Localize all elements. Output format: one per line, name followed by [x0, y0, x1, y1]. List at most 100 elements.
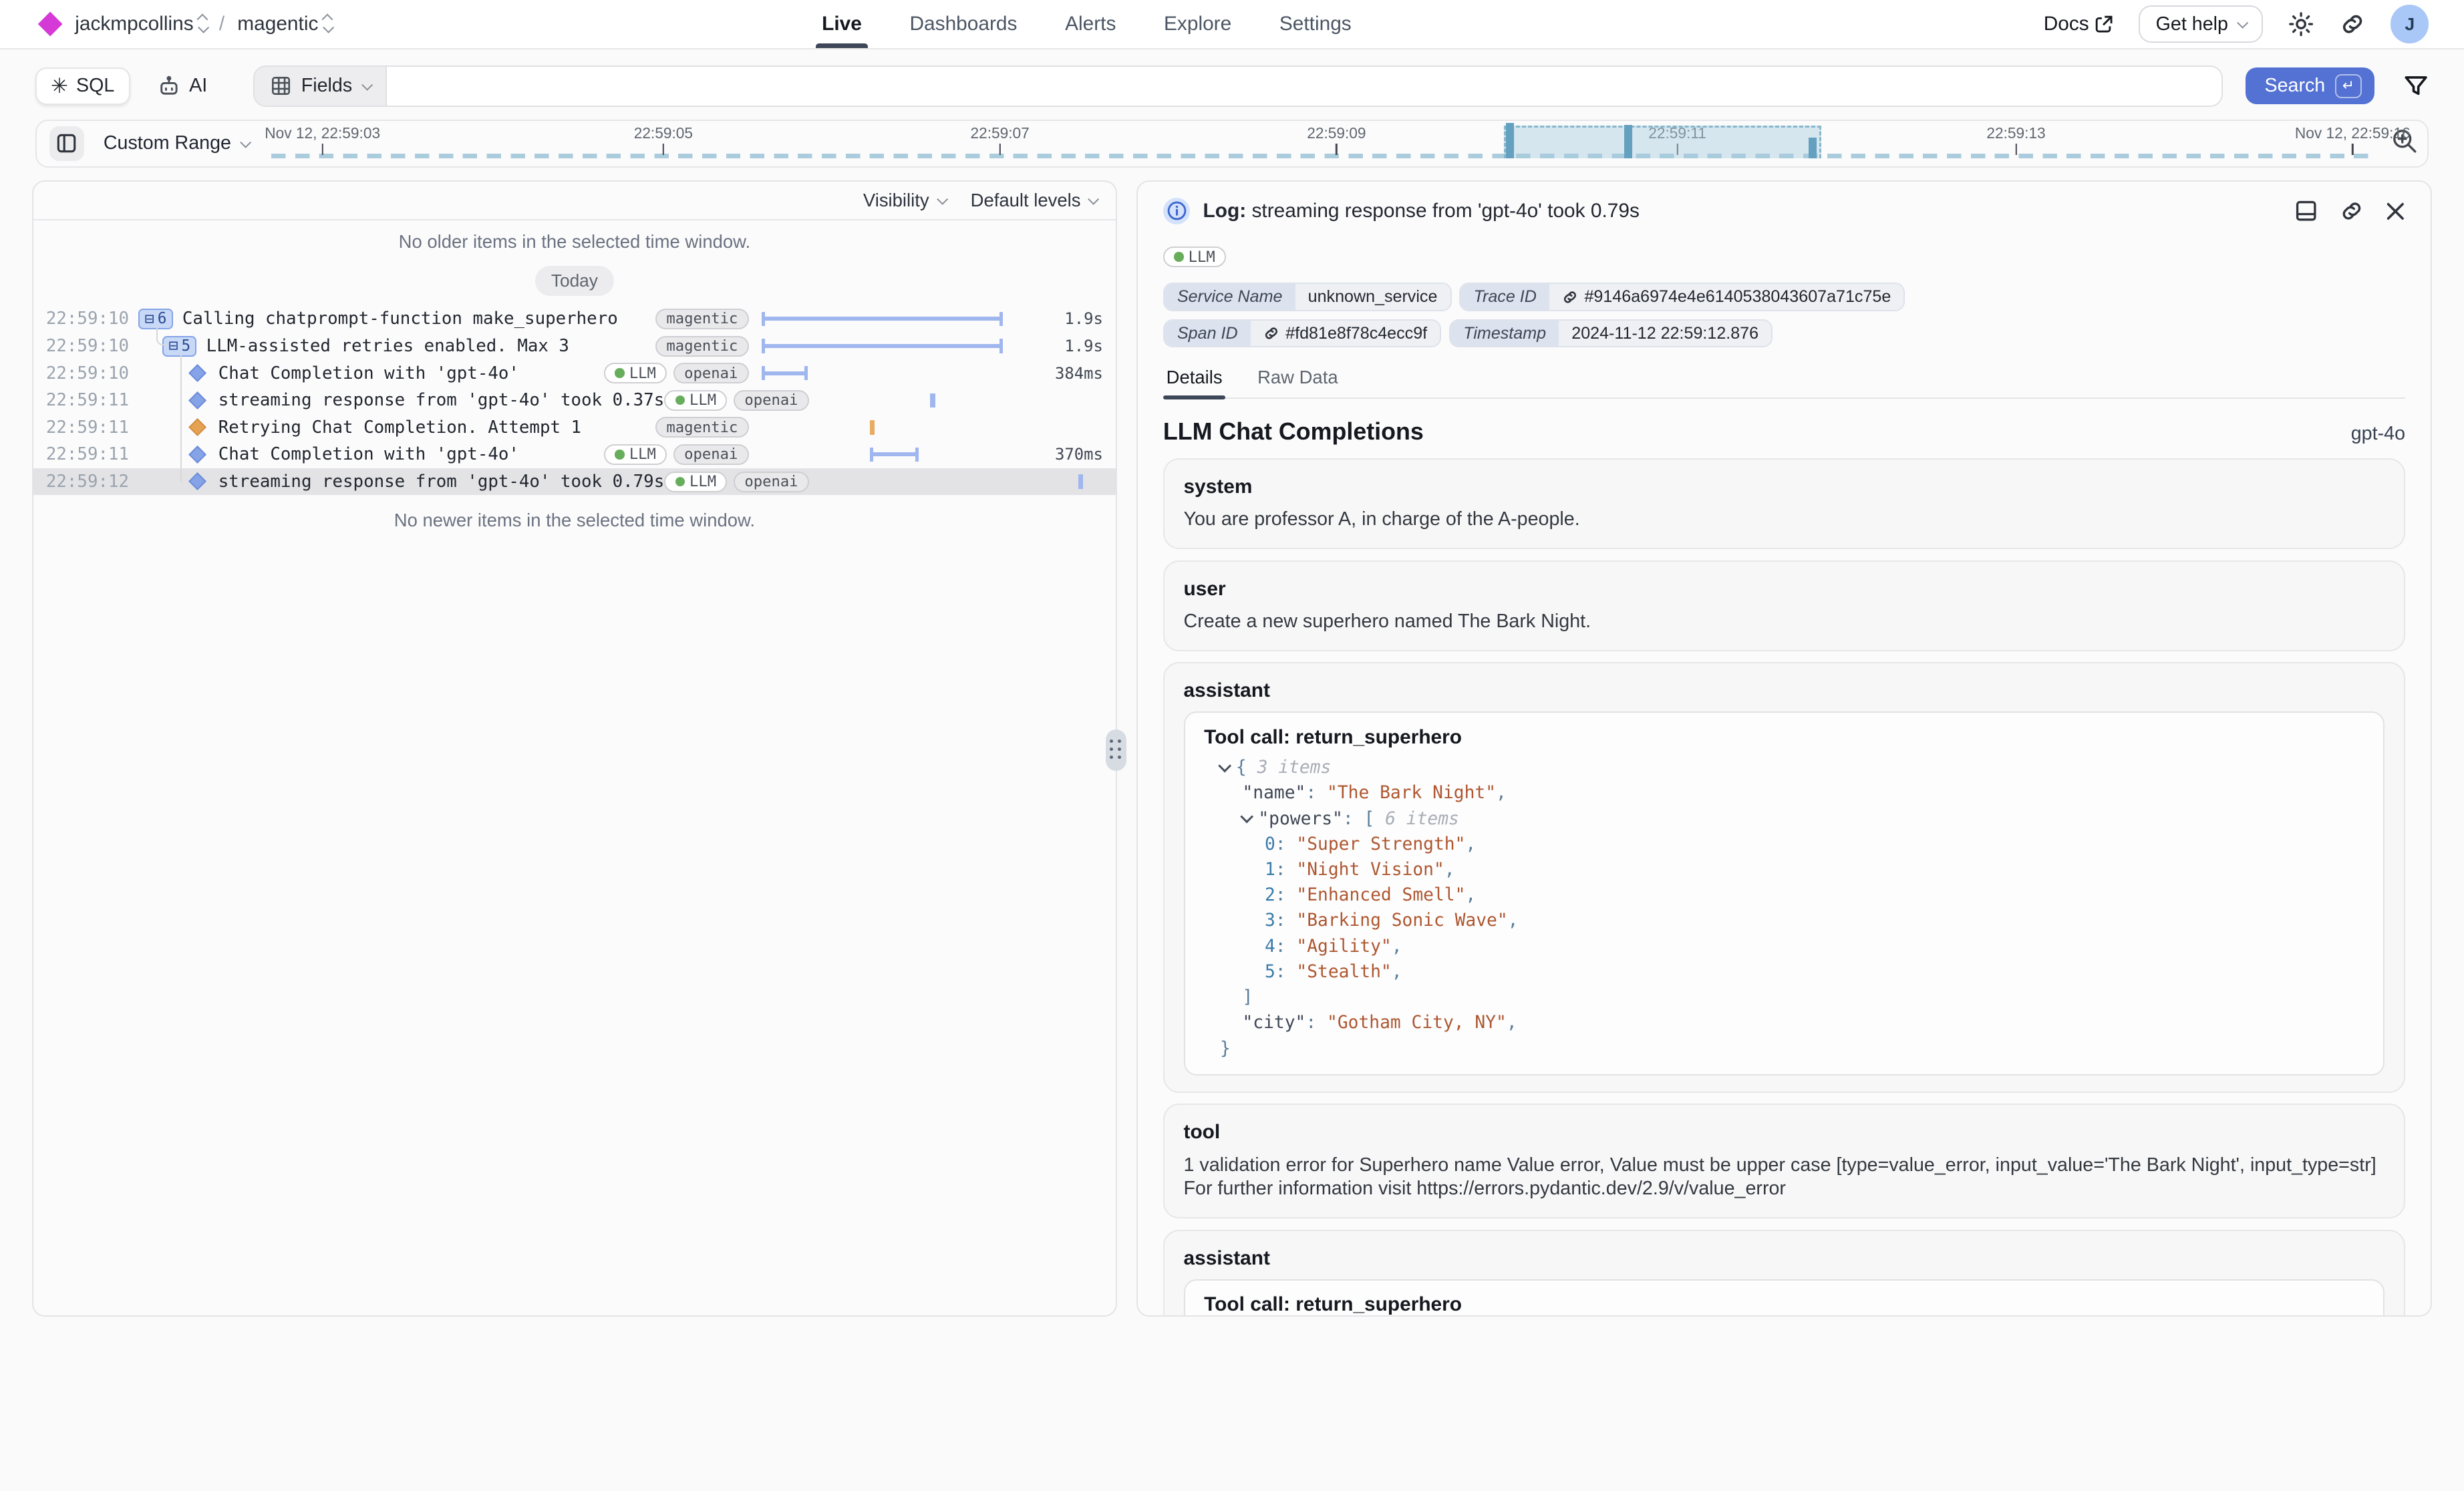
log-tags: magentic: [655, 309, 749, 329]
timeline-tick-mark: [1336, 144, 1337, 155]
nav-tab-alerts[interactable]: Alerts: [1065, 0, 1116, 48]
copy-link-button[interactable]: [2340, 199, 2364, 223]
sql-label: SQL: [76, 75, 114, 97]
nav-tab-explore[interactable]: Explore: [1164, 0, 1231, 48]
enter-key-icon: ↵: [2335, 74, 2362, 98]
chevron-down-icon: [361, 79, 373, 91]
message-card-assistant: assistantTool call: return_superhero{ 3 …: [1163, 662, 2405, 1092]
duration-label: 384ms: [1033, 364, 1103, 383]
dock-panel-button[interactable]: [2295, 200, 2317, 222]
log-message: Chat Completion with 'gpt-4o': [218, 444, 519, 464]
filter-button[interactable]: [2403, 73, 2429, 99]
log-row[interactable]: 22:59:11Retrying Chat Completion. Attemp…: [33, 414, 1116, 442]
get-help-button[interactable]: Get help: [2139, 5, 2263, 43]
log-timestamp: 22:59:10: [46, 363, 139, 383]
attribute-label: Service Name: [1165, 284, 1295, 310]
tool-call-card: Tool call: return_superhero{ 3 items"nam…: [1184, 1279, 2385, 1315]
nav-tab-dashboards[interactable]: Dashboards: [910, 0, 1018, 48]
timeline-tick-label: 22:59:13: [1986, 124, 2045, 142]
collapse-badge[interactable]: ⊟6: [138, 309, 172, 329]
sql-mode-button[interactable]: ✳ SQL: [35, 67, 130, 105]
collapse-panel-button[interactable]: [49, 126, 85, 162]
log-message: LLM-assisted retries enabled. Max 3: [206, 336, 569, 356]
table-grid-icon: [271, 75, 291, 96]
theme-toggle-button[interactable]: [2288, 11, 2314, 37]
duration-bar: [762, 366, 808, 380]
search-button[interactable]: Search ↵: [2246, 67, 2374, 104]
dock-bottom-icon: [2295, 200, 2317, 222]
org-selector-icon: [198, 15, 206, 33]
tab-raw-data[interactable]: Raw Data: [1254, 367, 1341, 397]
log-row[interactable]: 22:59:11streaming response from 'gpt-4o'…: [33, 387, 1116, 414]
panel-resize-handle[interactable]: [1106, 729, 1126, 771]
detail-header: Log: streaming response from 'gpt-4o' to…: [1163, 198, 2405, 225]
attribute-value: 2024-11-12 22:59:12.876: [1559, 321, 1771, 347]
default-levels-dropdown[interactable]: Default levels: [971, 190, 1097, 211]
duration-tick: [1078, 474, 1083, 488]
query-input[interactable]: [387, 67, 2221, 106]
timeline-tick-label: 22:59:05: [634, 124, 693, 142]
app-header: jackmpcollins / magentic LiveDashboardsA…: [0, 0, 2464, 49]
detail-tabs: Details Raw Data: [1163, 367, 2405, 399]
visibility-dropdown[interactable]: Visibility: [863, 190, 945, 211]
docs-link[interactable]: Docs: [2044, 13, 2113, 35]
log-row[interactable]: 22:59:10Chat Completion with 'gpt-4o'LLM…: [33, 359, 1116, 387]
avatar[interactable]: J: [2391, 5, 2429, 43]
timeline-tick-mark: [2015, 144, 2016, 155]
chat-messages: systemYou are professor A, in charge of …: [1163, 458, 2405, 1315]
json-line: 5: "Stealth",: [1204, 959, 2364, 985]
timeline-selection[interactable]: [1504, 126, 1821, 158]
timeline-baseline: [271, 154, 2374, 158]
nav-tab-settings[interactable]: Settings: [1279, 0, 1352, 48]
custom-range-button[interactable]: Custom Range: [104, 132, 249, 154]
close-panel-button[interactable]: [2386, 202, 2405, 221]
today-pill[interactable]: Today: [535, 266, 614, 296]
model-name: gpt-4o: [2351, 423, 2405, 445]
detail-actions: [2295, 199, 2405, 223]
tag-llm: LLM: [664, 390, 727, 411]
log-tags: magentic: [655, 417, 749, 438]
json-tree: { 3 items"name": "The Bark Night","power…: [1204, 755, 2364, 1061]
share-link-button[interactable]: [2340, 11, 2365, 37]
log-timestamp: 22:59:12: [46, 472, 139, 492]
chevron-down-icon: [241, 137, 252, 148]
tag-llm: LLM: [604, 444, 667, 465]
span-diamond-icon: [188, 364, 206, 382]
message-text: You are professor A, in charge of the A-…: [1184, 508, 2385, 532]
timeline-histogram-bar: [1809, 138, 1817, 158]
log-tags: magentic: [655, 336, 749, 357]
log-row[interactable]: 22:59:12streaming response from 'gpt-4o'…: [33, 468, 1116, 496]
logfire-logo-icon[interactable]: [38, 11, 63, 36]
nav-tab-live[interactable]: Live: [822, 0, 862, 48]
message-card-assistant: assistantTool call: return_superhero{ 3 …: [1163, 1230, 2405, 1315]
log-row[interactable]: 22:59:10⊟5LLM-assisted retries enabled. …: [33, 333, 1116, 360]
green-dot-icon: [675, 477, 685, 486]
org-selector[interactable]: jackmpcollins: [75, 13, 206, 35]
log-row[interactable]: 22:59:11Chat Completion with 'gpt-4o'LLM…: [33, 441, 1116, 468]
collapse-caret-icon[interactable]: [1218, 759, 1231, 772]
fields-button[interactable]: Fields: [255, 67, 387, 106]
gantt-cell: [822, 387, 1093, 414]
timeline-tick-label: 22:59:07: [970, 124, 1029, 142]
attribute-pill-span-id[interactable]: Span ID#fd81e8f78c4ecc9f: [1163, 319, 1441, 348]
green-dot-icon: [615, 368, 624, 377]
project-selector-icon: [323, 15, 331, 33]
timeline[interactable]: Nov 12, 22:59:0322:59:0522:59:0722:59:09…: [271, 121, 2415, 166]
project-selector[interactable]: magentic: [237, 13, 331, 35]
log-row[interactable]: 22:59:10⊟6Calling chatprompt-function ma…: [33, 305, 1116, 333]
link-icon: [2340, 199, 2364, 223]
attribute-pill-trace-id[interactable]: Trace ID#9146a6974e4e6140538043607a71c75…: [1459, 283, 1905, 311]
no-older-items-text: No older items in the selected time wind…: [33, 220, 1116, 256]
attribute-label: Trace ID: [1460, 284, 1549, 310]
message-text: Create a new superhero named The Bark Ni…: [1184, 610, 2385, 634]
collapse-caret-icon[interactable]: [1241, 810, 1254, 824]
timeline-tick-mark: [999, 144, 1000, 155]
duration-bar: [870, 448, 919, 462]
tab-details[interactable]: Details: [1163, 367, 1225, 397]
llm-tag-row: LLM: [1163, 239, 2405, 269]
duration-label: 1.9s: [1033, 337, 1103, 355]
today-divider: Today: [33, 256, 1116, 305]
ai-mode-button[interactable]: AI: [143, 67, 222, 104]
message-role: assistant: [1184, 679, 2385, 702]
robot-icon: [157, 74, 181, 98]
